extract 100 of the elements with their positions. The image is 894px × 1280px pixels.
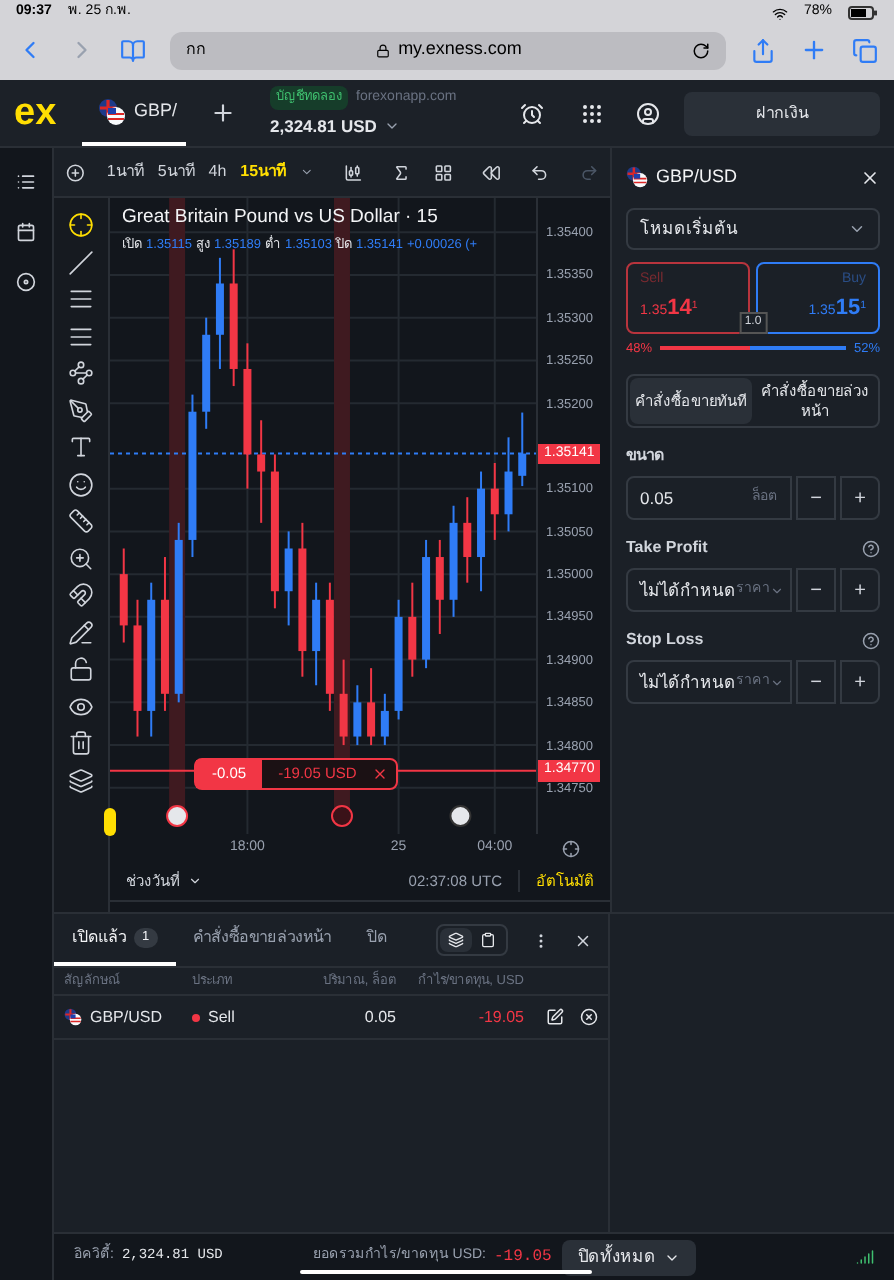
balance-dropdown[interactable]: 2,324.81 USD: [270, 114, 457, 140]
apps-grid-icon[interactable]: [580, 101, 604, 125]
user-icon[interactable]: [636, 101, 660, 125]
url-text: my.exness.com: [398, 36, 522, 63]
candle: [353, 684, 362, 747]
candle: [435, 538, 444, 635]
alarm-icon[interactable]: [520, 101, 544, 125]
candle: [408, 581, 417, 678]
layers-icon[interactable]: [68, 767, 94, 793]
smile-icon[interactable]: [68, 471, 94, 497]
positions-tab[interactable]: คำสั่งซื้อขายล่วงหน้า: [175, 914, 350, 966]
candle: [202, 316, 211, 430]
zoom-in-icon[interactable]: [68, 545, 94, 571]
plus-button[interactable]: +: [840, 476, 880, 520]
chart-title: Great Britain Pound vs US Dollar · 15: [122, 204, 440, 232]
lock-icon[interactable]: [68, 656, 94, 682]
close-icon[interactable]: [574, 931, 592, 949]
add-indicator-icon[interactable]: [66, 161, 85, 183]
list-icon[interactable]: [16, 172, 36, 192]
ruler-icon[interactable]: [68, 508, 94, 534]
field-value: ไม่ได้กำหนด: [640, 577, 736, 603]
edit-icon[interactable]: [546, 1008, 564, 1026]
candle: [394, 598, 403, 721]
field-label: Stop Loss: [626, 628, 704, 652]
layers-icon: [448, 932, 464, 948]
logo[interactable]: ex: [14, 94, 74, 132]
close-all-button[interactable]: ปิดทั้งหมด: [561, 1239, 696, 1275]
candle: [380, 692, 389, 747]
replay-icon[interactable]: [481, 161, 501, 183]
calendar-icon[interactable]: [16, 222, 36, 242]
candle: [339, 658, 348, 747]
flag-icon: [98, 97, 126, 125]
event-marker[interactable]: [449, 805, 472, 827]
bookmarks-icon[interactable]: [120, 37, 146, 63]
target-icon[interactable]: [562, 839, 580, 857]
panel-symbol: GBP/USD: [656, 164, 738, 190]
table-cell-text: 0.05: [362, 1005, 396, 1029]
layers-view-button[interactable]: [440, 928, 472, 952]
candle: [215, 256, 224, 370]
close-position-icon[interactable]: [580, 1008, 598, 1026]
indicators-icon[interactable]: [392, 161, 412, 183]
address-bar[interactable]: กก my.exness.com: [170, 31, 726, 69]
minus-button[interactable]: −: [796, 568, 836, 612]
minus-button[interactable]: −: [796, 476, 836, 520]
tabs-icon[interactable]: [852, 37, 878, 63]
mode-dropdown[interactable]: โหมดเริ่มต้น: [626, 207, 880, 249]
candle: [119, 547, 128, 644]
eye-icon[interactable]: [68, 693, 94, 719]
plus-button[interactable]: +: [840, 660, 880, 704]
crosshair-icon[interactable]: [68, 212, 94, 238]
candle: [463, 496, 472, 584]
pen-icon[interactable]: [68, 397, 94, 423]
parallel-lines-icon[interactable]: [68, 323, 94, 349]
text-icon[interactable]: [68, 434, 94, 460]
candles-icon[interactable]: [343, 161, 363, 183]
settings-icon[interactable]: [16, 272, 36, 292]
panel-handle[interactable]: [104, 808, 116, 836]
caret-icon[interactable]: [300, 164, 314, 180]
event-marker[interactable]: [331, 805, 353, 827]
field-label: ขนาด: [626, 444, 664, 468]
plus-button[interactable]: +: [840, 568, 880, 612]
candle: [477, 470, 486, 593]
help-icon[interactable]: [862, 631, 880, 649]
deposit-button[interactable]: ฝากเงิน: [684, 91, 880, 135]
add-tab-icon[interactable]: [210, 100, 236, 126]
pattern-icon[interactable]: [68, 360, 94, 386]
candle: [325, 581, 334, 712]
reload-icon[interactable]: [692, 41, 710, 59]
candle: [518, 411, 527, 488]
field-value: 0.05: [640, 485, 674, 511]
table-cell-text: -19.05: [476, 1005, 524, 1029]
candle: [449, 504, 458, 618]
flag-icon: [64, 1008, 82, 1026]
minus-button[interactable]: −: [796, 660, 836, 704]
text-size-button[interactable]: กก: [186, 38, 206, 62]
timeframe-tab[interactable]: 4h: [208, 160, 227, 184]
signal-icon: [856, 1248, 874, 1266]
close-icon[interactable]: [860, 167, 880, 188]
pencil-icon[interactable]: [68, 619, 94, 645]
candle: [284, 530, 293, 627]
lock-icon: [376, 43, 391, 57]
caret-icon: [770, 583, 784, 597]
timeframe-tab[interactable]: 15นาที: [240, 160, 287, 184]
share-icon[interactable]: [750, 37, 776, 63]
lines-icon[interactable]: [68, 286, 94, 312]
magnet-icon[interactable]: [68, 582, 94, 608]
layout-icon[interactable]: [433, 161, 452, 183]
line-icon[interactable]: [68, 249, 94, 275]
positions-tab[interactable]: ปิด: [349, 914, 406, 966]
event-marker[interactable]: [166, 805, 189, 827]
timeframe-tab[interactable]: 1นาที: [106, 160, 144, 184]
total-pnl-value: -19.05: [494, 1245, 552, 1269]
candle: [133, 598, 142, 738]
timeframe-tab[interactable]: 5นาที: [157, 160, 195, 184]
trash-icon[interactable]: [68, 730, 94, 756]
help-icon[interactable]: [862, 539, 880, 557]
candle: [422, 538, 431, 670]
candle: [312, 581, 321, 687]
new-tab-icon[interactable]: [800, 36, 828, 64]
undo-icon[interactable]: [530, 161, 550, 183]
